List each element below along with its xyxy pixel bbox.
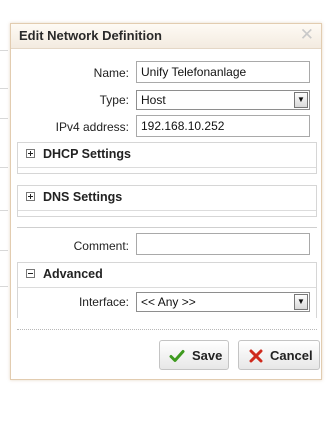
advanced-header[interactable]: Advanced — [18, 263, 316, 288]
advanced-title: Advanced — [43, 267, 103, 281]
type-label: Type: — [99, 93, 129, 107]
background-line — [0, 286, 8, 287]
edit-network-dialog: Edit Network Definition ✕ Name: Unify Te… — [10, 23, 322, 380]
interface-label: Interface: — [78, 295, 129, 309]
background-line — [0, 250, 8, 251]
ipv4-field[interactable]: 192.168.10.252 — [136, 115, 310, 137]
ipv4-label: IPv4 address: — [55, 120, 129, 134]
dns-settings-title: DNS Settings — [43, 190, 123, 204]
save-button[interactable]: Save — [159, 340, 229, 370]
dhcp-settings-header[interactable]: DHCP Settings — [18, 143, 316, 168]
x-cross-icon — [249, 349, 263, 363]
dialog-titlebar[interactable]: Edit Network Definition ✕ — [11, 24, 321, 49]
dns-settings-section: DNS Settings — [17, 185, 317, 217]
expand-plus-icon[interactable] — [26, 192, 35, 201]
interface-select-value: << Any >> — [141, 295, 196, 309]
background-line — [0, 50, 8, 51]
save-button-label: Save — [192, 348, 223, 363]
background-line — [0, 88, 8, 89]
dhcp-settings-section: DHCP Settings — [17, 142, 317, 174]
cancel-button-label: Cancel — [270, 348, 313, 363]
name-field[interactable]: Unify Telefonanlage — [136, 61, 310, 83]
chevron-down-icon[interactable]: ▼ — [294, 294, 308, 310]
divider — [17, 227, 317, 228]
dhcp-settings-title: DHCP Settings — [43, 147, 131, 161]
expand-plus-icon[interactable] — [26, 149, 35, 158]
collapse-minus-icon[interactable] — [26, 269, 35, 278]
dotted-divider — [17, 329, 317, 330]
close-icon[interactable]: ✕ — [300, 26, 314, 44]
background-line — [0, 167, 8, 168]
dns-settings-header[interactable]: DNS Settings — [18, 186, 316, 211]
name-label: Name: — [93, 66, 129, 80]
dialog-title: Edit Network Definition — [19, 28, 162, 43]
type-select[interactable]: Host ▼ — [136, 90, 310, 110]
chevron-down-icon[interactable]: ▼ — [294, 92, 308, 108]
cancel-button[interactable]: Cancel — [238, 340, 320, 370]
checkmark-icon — [169, 350, 185, 362]
background-line — [0, 210, 8, 211]
interface-select[interactable]: << Any >> ▼ — [136, 292, 310, 312]
background-line — [0, 118, 8, 119]
comment-field[interactable] — [136, 233, 310, 255]
comment-label: Comment: — [73, 239, 129, 253]
type-select-value: Host — [141, 93, 166, 107]
